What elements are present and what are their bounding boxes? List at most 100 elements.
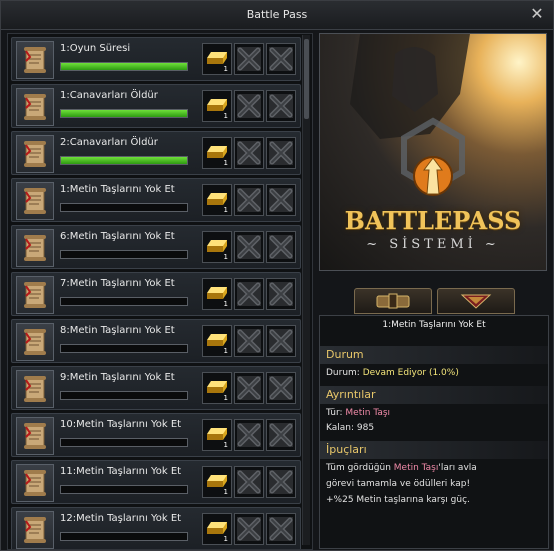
locked-cross-icon	[237, 94, 261, 118]
tip-line-3: +%25 Metin taşlarına karşı güç.	[326, 495, 470, 505]
reward-slot-gold[interactable]: 1	[202, 325, 232, 357]
quest-scroll-icon	[24, 517, 46, 543]
reward-slot-locked[interactable]	[266, 137, 296, 169]
quest-progress-bar	[60, 485, 188, 494]
reward-slot-locked[interactable]	[234, 325, 264, 357]
quest-row[interactable]: 7:Metin Taşlarını Yok Et 1	[11, 272, 301, 316]
reward-slot-gold[interactable]: 1	[202, 372, 232, 404]
reward-slot-locked[interactable]	[234, 231, 264, 263]
reward-slot-gold[interactable]: 1	[202, 43, 232, 75]
locked-cross-icon	[237, 470, 261, 494]
quest-row[interactable]: 8:Metin Taşlarını Yok Et 1	[11, 319, 301, 363]
quest-row[interactable]: 1:Oyun Süresi 1	[11, 37, 301, 81]
tab-quests[interactable]	[354, 288, 432, 314]
gold-bar-icon	[207, 240, 227, 252]
quest-row[interactable]: 1:Canavarları Öldür 1	[11, 84, 301, 128]
locked-cross-icon	[269, 141, 293, 165]
reward-slot-locked[interactable]	[266, 513, 296, 545]
reward-slot-locked[interactable]	[266, 466, 296, 498]
tab-rewards[interactable]	[437, 288, 515, 314]
banner-title: BATTLEPASS	[344, 206, 522, 235]
reward-slot-gold[interactable]: 1	[202, 231, 232, 263]
reward-slot-locked[interactable]	[266, 372, 296, 404]
locked-cross-icon	[237, 517, 261, 541]
status-line: Durum: Devam Ediyor (1.0%)	[326, 368, 459, 378]
reward-count: 1	[223, 300, 228, 308]
quest-progress-bar	[60, 532, 188, 541]
reward-slot-locked[interactable]	[266, 419, 296, 451]
battlepass-banner: BATTLEPASS ~ SİSTEMİ ~	[319, 33, 547, 271]
quest-name: 1:Metin Taşlarını Yok Et	[60, 184, 175, 195]
type-value: Metin Taşı	[345, 408, 391, 418]
reward-slot-locked[interactable]	[266, 231, 296, 263]
quest-progress-bar	[60, 62, 188, 71]
reward-slot-locked[interactable]	[234, 184, 264, 216]
locked-cross-icon	[269, 376, 293, 400]
quest-row[interactable]: 1:Metin Taşlarını Yok Et 1	[11, 178, 301, 222]
locked-cross-icon	[269, 282, 293, 306]
gold-bar-icon	[207, 428, 227, 440]
reward-slot-gold[interactable]: 1	[202, 278, 232, 310]
quest-progress-bar	[60, 250, 188, 259]
reward-slot-gold[interactable]: 1	[202, 137, 232, 169]
quest-icon	[16, 182, 54, 220]
gold-bar-icon	[207, 52, 227, 64]
gold-bar-icon	[207, 522, 227, 534]
quest-progress-fill	[61, 63, 187, 70]
reward-count: 1	[223, 394, 228, 402]
quest-row[interactable]: 11:Metin Taşlarını Yok Et 1	[11, 460, 301, 504]
quest-name: 2:Canavarları Öldür	[60, 137, 158, 148]
quest-row[interactable]: 6:Metin Taşlarını Yok Et 1	[11, 225, 301, 269]
locked-cross-icon	[269, 235, 293, 259]
reward-slot-locked[interactable]	[234, 43, 264, 75]
gold-bar-icon	[207, 99, 227, 111]
reward-slot-locked[interactable]	[266, 90, 296, 122]
locked-cross-icon	[269, 423, 293, 447]
gold-bar-icon	[207, 287, 227, 299]
reward-count: 1	[223, 535, 228, 543]
reward-slot-locked[interactable]	[266, 184, 296, 216]
reward-slot-locked[interactable]	[234, 513, 264, 545]
reward-count: 1	[223, 488, 228, 496]
quest-row[interactable]: 9:Metin Taşlarını Yok Et 1	[11, 366, 301, 410]
remaining-value: 985	[356, 423, 375, 433]
status-heading: Durum	[326, 348, 364, 361]
reward-slot-locked[interactable]	[234, 90, 264, 122]
reward-slot-gold[interactable]: 1	[202, 466, 232, 498]
reward-count: 1	[223, 441, 228, 449]
reward-slot-gold[interactable]: 1	[202, 90, 232, 122]
title-bar[interactable]: Battle Pass ✕	[1, 1, 553, 30]
locked-cross-icon	[269, 94, 293, 118]
reward-slot-gold[interactable]: 1	[202, 184, 232, 216]
reward-count: 1	[223, 112, 228, 120]
quest-row[interactable]: 12:Metin Taşlarını Yok Et 1	[11, 507, 301, 549]
banner-subtitle: ~ SİSTEMİ ~	[366, 237, 500, 252]
quest-progress-bar	[60, 156, 188, 165]
details-section-header: Ayrıntılar	[320, 386, 548, 404]
locked-cross-icon	[237, 423, 261, 447]
reward-slot-gold[interactable]: 1	[202, 419, 232, 451]
quest-row[interactable]: 2:Canavarları Öldür 1	[11, 131, 301, 175]
reward-slot-locked[interactable]	[266, 325, 296, 357]
quest-list-scrollbar[interactable]	[302, 35, 310, 545]
reward-slot-locked[interactable]	[234, 278, 264, 310]
quest-icon	[16, 511, 54, 549]
quest-progress-bar	[60, 203, 188, 212]
reward-slot-locked[interactable]	[234, 466, 264, 498]
gold-bar-icon	[207, 146, 227, 158]
reward-count: 1	[223, 253, 228, 261]
scrollbar-thumb[interactable]	[304, 39, 309, 119]
quest-scroll-icon	[24, 188, 46, 214]
quest-name: 7:Metin Taşlarını Yok Et	[60, 278, 175, 289]
close-icon[interactable]: ✕	[529, 6, 545, 22]
quest-scroll-icon	[24, 47, 46, 73]
reward-slot-locked[interactable]	[234, 419, 264, 451]
reward-slot-locked[interactable]	[266, 278, 296, 310]
reward-slot-gold[interactable]: 1	[202, 513, 232, 545]
locked-cross-icon	[237, 235, 261, 259]
reward-slot-locked[interactable]	[234, 137, 264, 169]
reward-slot-locked[interactable]	[234, 372, 264, 404]
reward-slot-locked[interactable]	[266, 43, 296, 75]
quest-row[interactable]: 10:Metin Taşlarını Yok Et 1	[11, 413, 301, 457]
quest-progress-fill	[61, 157, 187, 164]
